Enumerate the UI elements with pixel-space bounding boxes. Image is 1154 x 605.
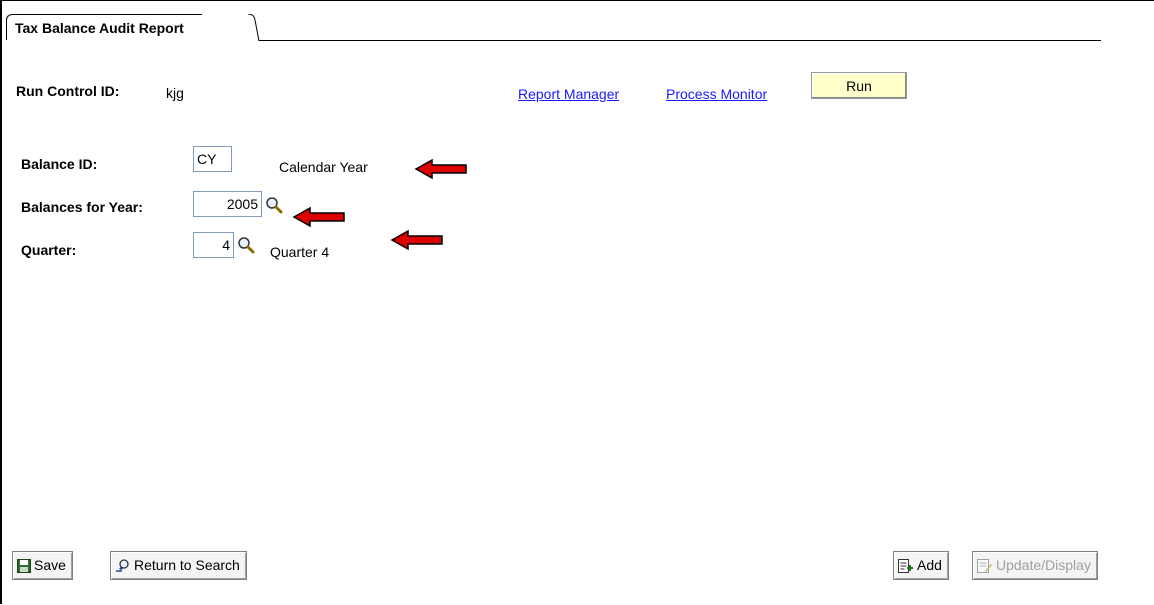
add-icon [898, 558, 913, 573]
return-to-search-label: Return to Search [134, 557, 240, 573]
quarter-description: Quarter 4 [270, 244, 330, 260]
save-label: Save [34, 557, 66, 573]
report-manager-link[interactable]: Report Manager [518, 86, 619, 102]
red-arrow-icon [414, 158, 467, 180]
lookup-quarter-icon[interactable] [237, 236, 255, 254]
balances-for-year-label: Balances for Year: [21, 199, 143, 215]
balance-id-description: Calendar Year [279, 159, 368, 175]
save-icon [17, 558, 31, 573]
process-monitor-link[interactable]: Process Monitor [666, 86, 767, 102]
run-control-id-label: Run Control ID: [16, 83, 120, 99]
update-display-button[interactable]: Update/Display [972, 551, 1098, 580]
add-label: Add [917, 557, 942, 573]
quarter-field[interactable]: 4 [193, 232, 234, 258]
lookup-year-icon[interactable] [265, 196, 283, 214]
balances-for-year-field[interactable]: 2005 [193, 191, 262, 217]
update-display-icon [977, 558, 992, 573]
run-button[interactable]: Run [811, 72, 907, 99]
add-button[interactable]: Add [893, 551, 949, 580]
return-to-search-button[interactable]: Return to Search [110, 551, 247, 580]
return-search-icon [116, 558, 129, 572]
tab-tax-balance-audit-report[interactable]: Tax Balance Audit Report [6, 14, 202, 40]
tab-edge [248, 14, 260, 41]
quarter-label: Quarter: [21, 242, 77, 258]
tab-baseline [259, 40, 1101, 41]
red-arrow-icon [292, 206, 345, 228]
save-button[interactable]: Save [12, 551, 73, 580]
balance-id-field[interactable]: CY [193, 146, 232, 172]
run-control-id-value: kjg [166, 85, 184, 101]
balance-id-label: Balance ID: [21, 156, 98, 172]
red-arrow-icon [390, 229, 443, 251]
update-display-label: Update/Display [996, 557, 1091, 573]
